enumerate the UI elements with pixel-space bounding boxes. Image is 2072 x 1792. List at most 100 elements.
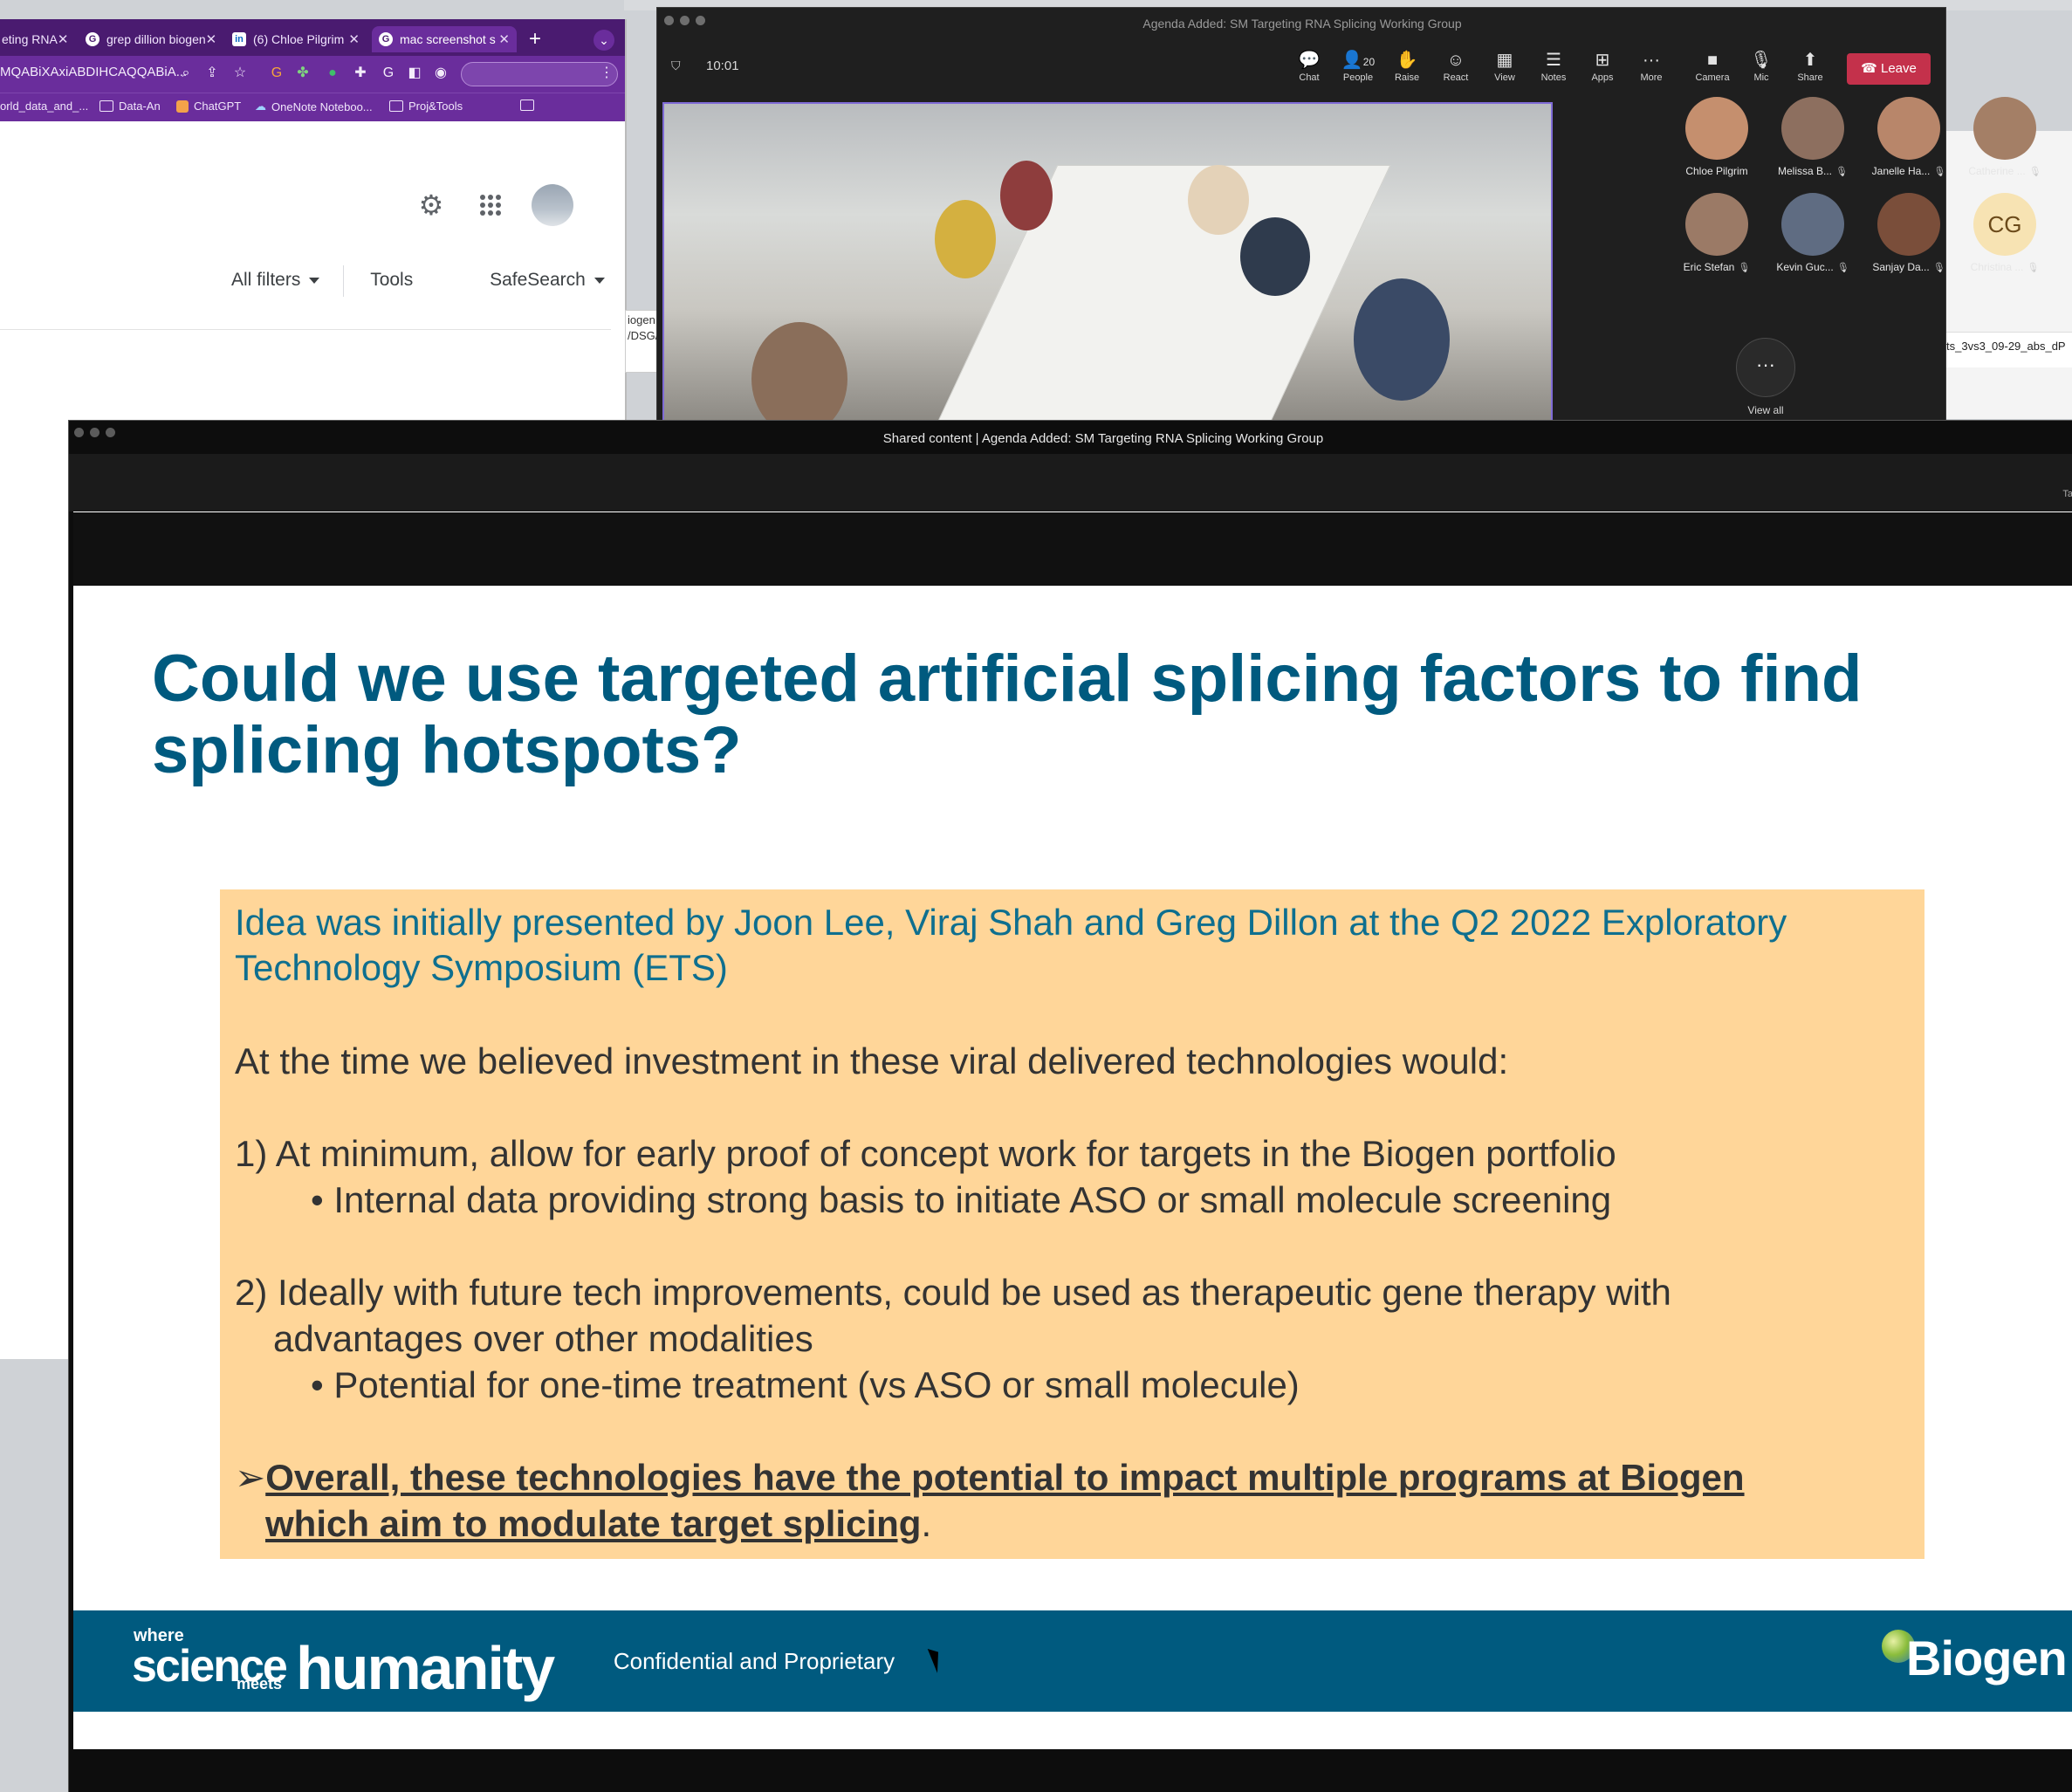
safesearch-dropdown[interactable]: SafeSearch [490, 270, 605, 290]
settings-gear-icon[interactable]: ⚙ [415, 189, 447, 221]
participant-name: Catherine ... [1968, 165, 2026, 177]
profile-avatar-icon[interactable]: ◉ [431, 64, 450, 83]
background-window-text: ts_3vs3_09-29_abs_dP [1946, 340, 2066, 353]
browser-tab[interactable]: Ggrep dillion biogen ✕ [79, 26, 220, 52]
more-button[interactable]: ··· More [1629, 50, 1674, 83]
close-icon[interactable]: ✕ [348, 31, 360, 47]
browser-tab-active[interactable]: Gmac screenshot s ✕ [372, 26, 517, 52]
camera-button[interactable]: ■ Camera [1690, 50, 1735, 83]
participant-name: Kevin Guc... [1776, 261, 1834, 273]
view-label: View [1494, 72, 1515, 83]
share-icon[interactable]: ⇪ [202, 64, 222, 83]
participant-tile[interactable]: Melissa B... 🎙 [1769, 97, 1856, 177]
tab-search-chevron-icon[interactable]: ⌄ [593, 30, 614, 51]
tools-button[interactable]: Tools [370, 270, 413, 290]
browser-tab[interactable]: eting RNA ✕ [0, 26, 72, 52]
new-tab-icon[interactable]: + [524, 28, 546, 51]
strip-text: iogen [628, 313, 655, 326]
participant-figure [935, 200, 996, 278]
extension-grammarly-icon[interactable]: ● [323, 64, 342, 83]
bookmark-item[interactable]: orld_data_and_... [0, 100, 88, 113]
close-icon[interactable]: ✕ [58, 31, 69, 47]
slide-title: Could we use targeted artificial splicin… [152, 643, 2055, 786]
more-label: More [1640, 72, 1663, 83]
mic-muted-icon: 🎙 [1835, 167, 1848, 177]
presentation-slide: Could we use targeted artificial splicin… [73, 512, 2072, 1749]
participant-tile[interactable]: Janelle Ha... 🎙 [1865, 97, 1952, 177]
safesearch-label: SafeSearch [490, 270, 586, 290]
slide-title-line: splicing hotspots? [152, 713, 742, 787]
avatar [1781, 97, 1844, 160]
notes-button[interactable]: ☰ Notes [1531, 50, 1576, 83]
bookmark-item[interactable]: ☁ OneNote Noteboo... [255, 100, 373, 113]
caret-down-icon [309, 277, 320, 284]
participant-name: Janelle Ha... [1871, 165, 1931, 177]
people-label: People [1342, 72, 1374, 83]
view-all-button[interactable]: ··· View all [1720, 338, 1811, 416]
mic-button[interactable]: 🎙 Mic [1739, 50, 1784, 83]
participant-tile[interactable]: CG Christina ... 🎙 [1961, 193, 2048, 273]
google-apps-icon[interactable] [475, 189, 506, 221]
avatar [1877, 193, 1940, 256]
bookmark-label: orld_data_and_... [0, 100, 89, 113]
bookmark-star-icon[interactable]: ☆ [230, 64, 250, 83]
avatar [1877, 97, 1940, 160]
react-button[interactable]: ☺ React [1433, 50, 1479, 83]
view-button[interactable]: ▦ View [1482, 50, 1527, 83]
bookmark-label: Data-An [119, 100, 161, 113]
participant-figure [1000, 161, 1053, 230]
apps-button[interactable]: ⊞ Apps [1580, 50, 1625, 83]
list-item-1: 1) At minimum, allow for early proof of … [235, 1133, 1616, 1174]
react-label: React [1443, 72, 1469, 83]
raise-hand-button[interactable]: ✋ Raise [1384, 50, 1430, 83]
all-filters-label: All filters [231, 270, 301, 290]
bookmark-folder[interactable]: Data-An [99, 100, 161, 113]
account-avatar[interactable] [532, 184, 573, 226]
all-bookmarks-folder[interactable] [520, 100, 539, 111]
extension-leaf-icon[interactable]: ✤ [293, 64, 312, 83]
url-field[interactable]: MQABiXAxiABDIHCAQQABiA... [0, 65, 187, 79]
background-window-strip: iogen /DSG/ [625, 310, 658, 373]
extensions-puzzle-icon[interactable]: ✚ [351, 64, 370, 83]
bookmark-item[interactable]: ChatGPT [176, 100, 241, 113]
conference-room-video[interactable] [662, 102, 1553, 422]
participant-name: Melissa B... [1778, 165, 1833, 177]
all-filters-dropdown[interactable]: All filters [231, 270, 320, 290]
close-icon[interactable]: ✕ [498, 31, 510, 47]
participant-tile[interactable]: Kevin Guc... 🎙 [1769, 193, 1856, 273]
folder-icon [99, 100, 113, 112]
participant-tile[interactable]: Sanjay Da... 🎙 [1865, 193, 1952, 273]
participant-name: Eric Stefan [1683, 261, 1735, 273]
close-icon[interactable]: ✕ [206, 31, 217, 47]
share-button[interactable]: ⬆ Share [1787, 50, 1833, 83]
sidepanel-icon[interactable]: ◧ [405, 64, 424, 83]
participant-figure [1354, 278, 1450, 401]
folder-icon [520, 100, 534, 111]
tab-label: grep dillion biogen [106, 32, 206, 46]
shared-content-title: Shared content | Agenda Added: SM Target… [882, 431, 1324, 446]
extension-g-icon[interactable]: G [267, 64, 286, 83]
shield-icon: ⛉ [671, 58, 681, 72]
avatar-initials: CG [1973, 193, 2036, 256]
leave-button[interactable]: ☎ Leave [1847, 53, 1931, 85]
participant-name: Sanjay Da... [1872, 261, 1930, 273]
people-count: 20 [1362, 56, 1376, 68]
participant-tile[interactable]: Eric Stefan 🎙 [1673, 193, 1760, 273]
chat-button[interactable]: 💬 Chat [1286, 50, 1332, 83]
participant-tile[interactable]: Catherine ... 🎙 [1961, 97, 2048, 177]
people-button[interactable]: 👤20 People [1335, 50, 1381, 83]
chat-icon: 💬 [1298, 51, 1321, 70]
more-dots-icon: ··· [1736, 338, 1795, 397]
browser-tab[interactable]: in (6) Chloe Pilgrim ✕ [225, 26, 367, 52]
chat-label: Chat [1299, 72, 1320, 83]
people-glyph: 👤 [1341, 51, 1363, 70]
slide-title-line: Could we use targeted artificial splicin… [152, 642, 1863, 716]
google-ext-icon[interactable]: G [379, 64, 398, 83]
browser-menu-icon[interactable]: ⋮ [597, 64, 616, 83]
profile-pill[interactable] [461, 62, 618, 86]
participant-tile[interactable]: Chloe Pilgrim [1673, 97, 1760, 177]
zoom-icon[interactable]: ⌕ [176, 64, 196, 83]
address-bar: MQABiXAxiABDIHCAQQABiA... ⌕ ⇪ ☆ G ✤ ● ✚ … [0, 56, 625, 93]
mic-muted-icon: 🎙 [2028, 167, 2041, 177]
bookmark-folder[interactable]: Proj&Tools [389, 100, 463, 113]
